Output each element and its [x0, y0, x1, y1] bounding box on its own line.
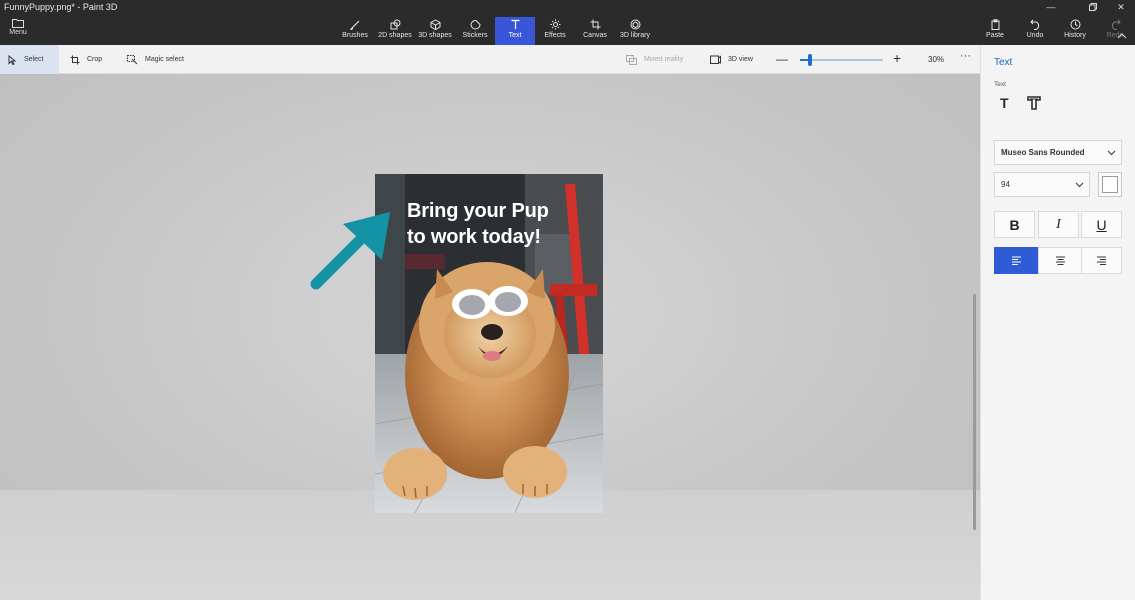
- italic-button[interactable]: I: [1038, 211, 1079, 238]
- text-icon: [511, 19, 519, 29]
- shapes-2d-icon: [390, 19, 400, 30]
- select-label: Select: [24, 56, 44, 63]
- undo-button[interactable]: Undo: [1015, 17, 1055, 45]
- tool-label: Text: [508, 32, 522, 39]
- 3d-view-label: 3D view: [728, 56, 753, 63]
- undo-label: Undo: [1026, 32, 1044, 39]
- zoom-slider-thumb[interactable]: [807, 54, 812, 66]
- paste-label: Paste: [986, 32, 1004, 39]
- cursor-icon: [8, 54, 17, 65]
- main-toolbar: Brushes 2D shapes 3D shapes Stickers Tex…: [335, 17, 655, 45]
- underline-button[interactable]: U: [1081, 211, 1122, 238]
- collapse-ribbon-button[interactable]: [1117, 26, 1127, 44]
- font-size-value: 94: [1001, 180, 1010, 189]
- 2d-text-icon[interactable]: T: [1000, 95, 1020, 115]
- effects-icon: [550, 19, 560, 30]
- bold-button[interactable]: B: [994, 211, 1035, 238]
- tool-label: 2D shapes: [378, 32, 412, 39]
- align-left-button[interactable]: [994, 247, 1039, 274]
- align-center-button[interactable]: [1038, 247, 1082, 274]
- align-right-button[interactable]: [1081, 247, 1122, 274]
- tool-3d-shapes[interactable]: 3D shapes: [415, 17, 455, 45]
- select-button[interactable]: Select: [0, 45, 59, 74]
- canvas-image[interactable]: Bring your Pup to work today!: [375, 174, 603, 513]
- magic-select-button[interactable]: Magic select: [119, 45, 192, 74]
- align-right-icon: [1097, 256, 1106, 265]
- undo-icon: [1029, 19, 1039, 30]
- tool-label: 3D shapes: [418, 32, 452, 39]
- chevron-down-icon: [1075, 182, 1084, 187]
- panel-subtitle: Text: [994, 81, 1006, 88]
- mixed-reality-icon: [626, 54, 637, 65]
- maximize-button[interactable]: [1079, 0, 1107, 14]
- paste-button[interactable]: Paste: [975, 17, 1015, 45]
- text-properties-panel: Text Text T Museo Sans Rounded 94 B I U: [980, 45, 1135, 600]
- caption-line-2: to work today!: [407, 226, 541, 248]
- tool-label: Brushes: [342, 32, 368, 39]
- window-title: FunnyPuppy.png* - Paint 3D: [4, 2, 118, 12]
- crop-button[interactable]: Crop: [62, 45, 110, 74]
- menu-button[interactable]: Menu: [4, 18, 32, 42]
- vertical-scrollbar[interactable]: [973, 294, 976, 530]
- mixed-reality-button[interactable]: Mixed reality: [618, 45, 691, 74]
- tool-brushes[interactable]: Brushes: [335, 17, 375, 45]
- folder-icon: [12, 19, 24, 28]
- stickers-icon: [469, 19, 481, 30]
- arrow-icon: [310, 212, 390, 290]
- caption-line-1: Bring your Pup: [407, 200, 549, 222]
- tool-effects[interactable]: Effects: [535, 17, 575, 45]
- 3d-text-glyph: [1027, 96, 1041, 110]
- history-button[interactable]: History: [1055, 17, 1095, 45]
- shapes-3d-icon: [430, 19, 440, 30]
- chevron-down-icon: [1107, 150, 1116, 155]
- align-center-icon: [1055, 256, 1065, 265]
- 3d-text-icon[interactable]: [1026, 95, 1046, 115]
- text-color-picker[interactable]: [1098, 172, 1122, 197]
- magic-select-icon: [127, 54, 138, 64]
- tool-2d-shapes[interactable]: 2D shapes: [375, 17, 415, 45]
- restore-icon: [1089, 3, 1097, 11]
- crop-label: Crop: [87, 56, 103, 63]
- caption-text[interactable]: Bring your Pup to work today!: [407, 198, 549, 250]
- align-left-icon: [1012, 256, 1021, 265]
- zoom-out-button[interactable]: —: [776, 53, 788, 65]
- redo-button[interactable]: Redo: [1095, 17, 1135, 45]
- font-size-dropdown[interactable]: 94: [994, 172, 1090, 197]
- 3d-view-icon: [710, 55, 721, 64]
- brush-icon: [349, 20, 359, 30]
- paste-icon: [991, 19, 999, 30]
- magic-select-label: Magic select: [145, 56, 184, 63]
- tool-text[interactable]: Text: [495, 17, 535, 45]
- zoom-in-button[interactable]: +: [893, 51, 901, 65]
- chevron-up-icon: [1117, 33, 1127, 39]
- tool-label: Effects: [544, 32, 566, 39]
- 3d-view-button[interactable]: 3D view: [702, 45, 761, 74]
- menu-label: Menu: [9, 29, 27, 36]
- tool-label: 3D library: [620, 32, 650, 39]
- tool-label: Canvas: [583, 32, 607, 39]
- close-button[interactable]: ✕: [1107, 0, 1135, 14]
- history-label: History: [1064, 32, 1086, 39]
- selection-toolbar: Select Crop Magic select Mixed reality 3…: [0, 45, 980, 74]
- zoom-level[interactable]: 30%: [928, 55, 944, 64]
- title-bar: FunnyPuppy.png* - Paint 3D — ✕ Menu Brus…: [0, 0, 1135, 45]
- tool-stickers[interactable]: Stickers: [455, 17, 495, 45]
- zoom-slider[interactable]: [800, 54, 883, 66]
- edit-toolbar: Paste Undo History Redo: [975, 17, 1135, 45]
- font-family-dropdown[interactable]: Museo Sans Rounded: [994, 140, 1122, 165]
- crop-icon: [70, 55, 80, 64]
- font-family-value: Museo Sans Rounded: [1001, 148, 1085, 157]
- panel-title: Text: [994, 57, 1013, 68]
- more-options-button[interactable]: ···: [960, 51, 971, 62]
- library-3d-icon: [630, 19, 640, 30]
- minimize-button[interactable]: —: [1037, 0, 1065, 14]
- mixed-reality-label: Mixed reality: [644, 56, 684, 63]
- text-color-swatch: [1102, 176, 1118, 193]
- tool-label: Stickers: [462, 32, 488, 39]
- canvas-icon: [590, 19, 600, 30]
- tool-canvas[interactable]: Canvas: [575, 17, 615, 45]
- history-icon: [1070, 19, 1080, 30]
- tool-3d-library[interactable]: 3D library: [615, 17, 655, 45]
